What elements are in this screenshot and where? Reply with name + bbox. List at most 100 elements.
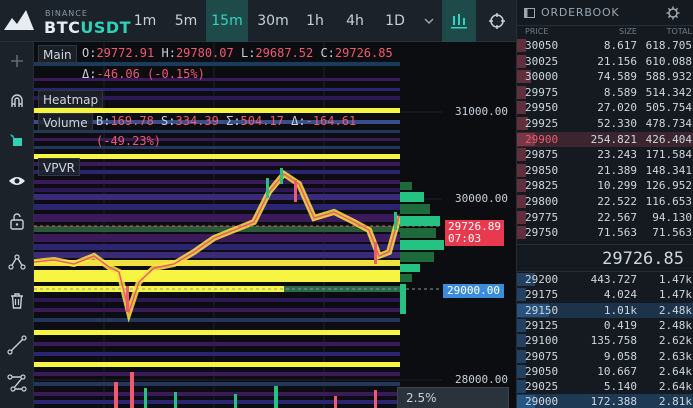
orderbook-total: 2.48k xyxy=(658,303,692,317)
vpvr-bar xyxy=(400,264,420,272)
ask-row[interactable]: 29850 21.389 148.341 xyxy=(517,163,693,179)
orderbook-price: 29150 xyxy=(525,303,559,317)
column-size: SIZE xyxy=(619,27,637,36)
volume-legend: B:169.78 S:334.39 Σ:504.17 Δ:-164.61 xyxy=(96,114,356,128)
path-tool-button[interactable] xyxy=(0,244,34,278)
ask-row[interactable]: 29750 71.563 71.563 xyxy=(517,225,693,241)
volume-sell-label: S: xyxy=(161,114,176,128)
bid-row[interactable]: 29175 4.024 1.47k xyxy=(517,287,693,303)
orderbook-total: 588.932 xyxy=(645,70,692,84)
add-tool-button[interactable] xyxy=(0,44,34,78)
chart-canvas[interactable]: Main O:29772.91 H:29780.07 L:29687.52 C:… xyxy=(34,42,516,408)
pair-selector[interactable]: BINANCE BTCUSDT xyxy=(0,0,131,42)
orderbook-size: 22.567 xyxy=(597,210,637,224)
pane-label-heatmap[interactable]: Heatmap xyxy=(38,90,104,108)
pane-label-volume[interactable]: Volume xyxy=(38,113,93,131)
timeframe-15m[interactable]: 15m xyxy=(206,0,248,42)
orderbook-price: 29950 xyxy=(525,101,559,115)
pair-symbol: BTCUSDT xyxy=(44,18,131,37)
bid-row[interactable]: 29200 443.727 1.47k xyxy=(517,272,693,288)
pane-label-main[interactable]: Main xyxy=(38,45,77,63)
timeframe-1m[interactable]: 1m xyxy=(128,0,162,42)
bid-row[interactable]: 29025 5.140 2.64k xyxy=(517,379,693,395)
orderbook-size: 23.243 xyxy=(597,148,637,162)
heatmap-band xyxy=(34,244,400,250)
trendline-icon xyxy=(7,335,27,355)
chevron-down-icon xyxy=(424,18,434,25)
orderbook-price: 29875 xyxy=(525,148,559,162)
magnet-button[interactable] xyxy=(0,84,34,118)
orderbook-price: 29000 xyxy=(525,395,559,408)
cursor-box-button[interactable] xyxy=(0,124,34,158)
ask-row[interactable]: 30050 8.617 618.705 xyxy=(517,38,693,54)
heatmap-band xyxy=(34,382,400,386)
orderbook-total: 2.48k xyxy=(658,318,692,332)
bid-row[interactable]: 29150 1.01k 2.48k xyxy=(517,302,693,319)
timeframe-1h[interactable]: 1h xyxy=(298,0,332,42)
ask-row[interactable]: 29950 27.020 505.754 xyxy=(517,100,693,116)
ask-row[interactable]: 29925 52.330 478.734 xyxy=(517,116,693,132)
orderbook-price: 29975 xyxy=(525,85,559,99)
column-total: TOTAL xyxy=(666,27,692,36)
ohlc-close: 29726.85 xyxy=(334,46,393,60)
orderbook-size: 74.589 xyxy=(597,70,637,84)
heatmap-band xyxy=(34,308,400,312)
ohlc-open: 29772.91 xyxy=(96,46,155,60)
polyline-button[interactable] xyxy=(0,366,34,400)
path-tool-icon xyxy=(8,254,26,270)
bid-row[interactable]: 29075 9.058 2.63k xyxy=(517,349,693,365)
orderbook-size: 10.299 xyxy=(597,179,637,193)
ask-row[interactable]: 29800 22.522 116.653 xyxy=(517,194,693,210)
ask-row[interactable]: 29825 10.299 126.952 xyxy=(517,178,693,194)
timeframe-4h[interactable]: 4h xyxy=(338,0,372,42)
heatmap-band xyxy=(34,138,400,141)
pane-label-vpvr[interactable]: VPVR xyxy=(38,158,80,176)
bid-row[interactable]: 29125 0.419 2.48k xyxy=(517,318,693,334)
ask-row[interactable]: 29900 254.821 426.404 xyxy=(517,131,693,148)
heatmap-band xyxy=(34,226,400,232)
orderbook-size: 4.024 xyxy=(603,288,637,302)
trendline-button[interactable] xyxy=(0,328,34,362)
timeframe-30m[interactable]: 30m xyxy=(252,0,294,42)
orderbook-size: 52.330 xyxy=(597,117,637,130)
volume-bar xyxy=(374,390,377,408)
orderbook-total: 94.130 xyxy=(652,210,692,224)
gear-icon[interactable] xyxy=(666,6,680,20)
ohlc-low-label: L: xyxy=(240,46,256,60)
indicators-button[interactable] xyxy=(442,0,476,42)
lock-button[interactable] xyxy=(0,204,34,238)
indicators-icon xyxy=(451,14,467,29)
orderbook-size: 22.522 xyxy=(597,195,637,208)
ask-row[interactable]: 29875 23.243 171.584 xyxy=(517,147,693,163)
visibility-button[interactable] xyxy=(0,164,34,198)
vpvr-bar xyxy=(400,228,436,238)
heatmap-band xyxy=(34,194,400,200)
vpvr-histogram xyxy=(400,182,444,314)
bid-row[interactable]: 29000 172.388 2.81k xyxy=(517,394,693,408)
ask-row[interactable]: 29775 22.567 94.130 xyxy=(517,210,693,226)
vpvr-bar xyxy=(400,274,412,282)
delete-drawings-button[interactable] xyxy=(0,284,34,318)
volume-sum: 504.17 xyxy=(240,114,284,128)
vpvr-bar xyxy=(400,204,430,214)
heatmap-band xyxy=(34,298,400,302)
orderbook-price: 29925 xyxy=(525,117,559,130)
ask-row[interactable]: 30000 74.589 588.932 xyxy=(517,69,693,85)
orderbook-size: 8.617 xyxy=(603,39,637,52)
timeframe-dropdown[interactable] xyxy=(416,0,442,42)
ask-row[interactable]: 29975 8.589 514.342 xyxy=(517,85,693,101)
zoom-indicator[interactable]: 2.5% xyxy=(397,387,509,408)
heatmap-band xyxy=(34,146,400,149)
bid-row[interactable]: 29050 10.667 2.64k xyxy=(517,364,693,380)
orderbook-size: 21.156 xyxy=(597,54,637,68)
orderbook-price: 29750 xyxy=(525,226,559,240)
crosshair-settings-button[interactable] xyxy=(480,0,514,42)
timeframe-1d[interactable]: 1D xyxy=(378,0,412,42)
ask-row[interactable]: 30025 21.156 610.088 xyxy=(517,54,693,70)
orderbook-total: 1.47k xyxy=(658,273,692,286)
volume-bar xyxy=(234,394,237,408)
bid-row[interactable]: 29100 135.758 2.62k xyxy=(517,333,693,349)
volume-delta-pct-row: (-49.23%) xyxy=(96,134,161,148)
panel-icon[interactable] xyxy=(524,8,535,18)
timeframe-5m[interactable]: 5m xyxy=(168,0,204,42)
